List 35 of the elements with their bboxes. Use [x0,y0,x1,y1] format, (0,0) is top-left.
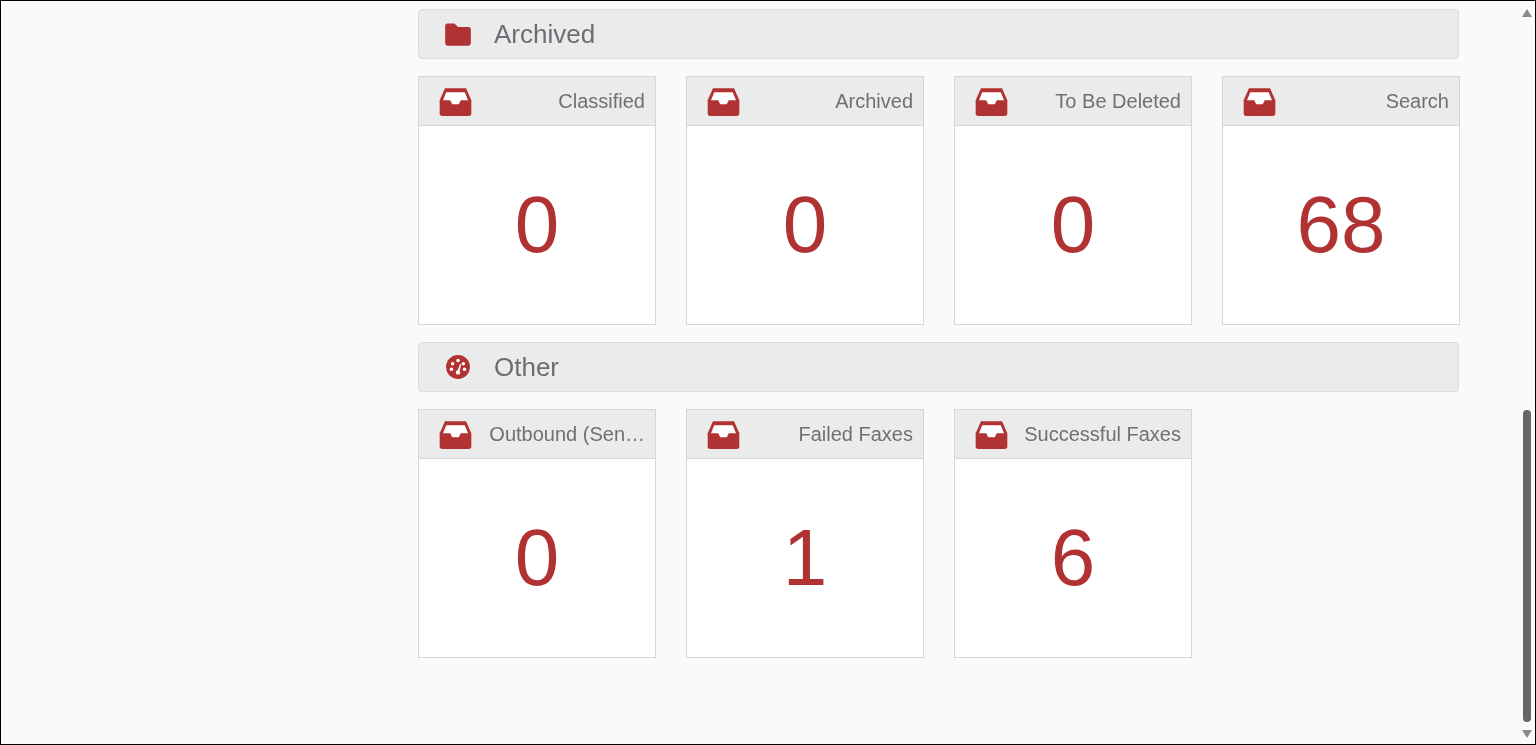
tile-card[interactable]: Failed Faxes 1 [686,409,924,658]
inbox-tray-icon [439,419,472,449]
count-value: 0 [514,512,560,604]
section-title: Other [494,351,560,383]
card-label: To Be Deleted [1055,89,1181,113]
count-value: 0 [514,179,560,271]
folder-icon [444,21,472,47]
tile-card[interactable]: To Be Deleted 0 [954,76,1192,325]
tile-card[interactable]: Classified 0 [418,76,656,325]
card-label: Classified [558,89,645,113]
card-label: Successful Faxes [1024,422,1181,446]
card-label: Archived [835,89,913,113]
inbox-tray-icon [975,86,1008,116]
count-value: 68 [1296,179,1386,271]
tile-card[interactable]: Search 68 [1222,76,1460,325]
count-value: 0 [782,179,828,271]
card-label: Search [1385,89,1449,113]
inbox-tray-icon [975,419,1008,449]
scroll-thumb[interactable] [1523,410,1531,722]
scroll-up-icon[interactable] [1522,9,1532,17]
inbox-tray-icon [707,86,740,116]
tile-card[interactable]: Archived 0 [686,76,924,325]
count-value: 6 [1050,512,1096,604]
count-value: 0 [1050,179,1096,271]
card-label: Failed Faxes [798,422,913,446]
tile-card[interactable]: Outbound (Sen… 0 [418,409,656,658]
count-value: 1 [782,512,828,604]
card-label: Outbound (Sen… [489,422,645,446]
inbox-tray-icon [439,86,472,116]
gauge-icon [444,354,472,380]
inbox-tray-icon [1243,86,1276,116]
tile-card[interactable]: Successful Faxes 6 [954,409,1192,658]
section-title: Archived [494,18,596,50]
inbox-tray-icon [707,419,740,449]
scroll-down-icon[interactable] [1522,730,1532,738]
